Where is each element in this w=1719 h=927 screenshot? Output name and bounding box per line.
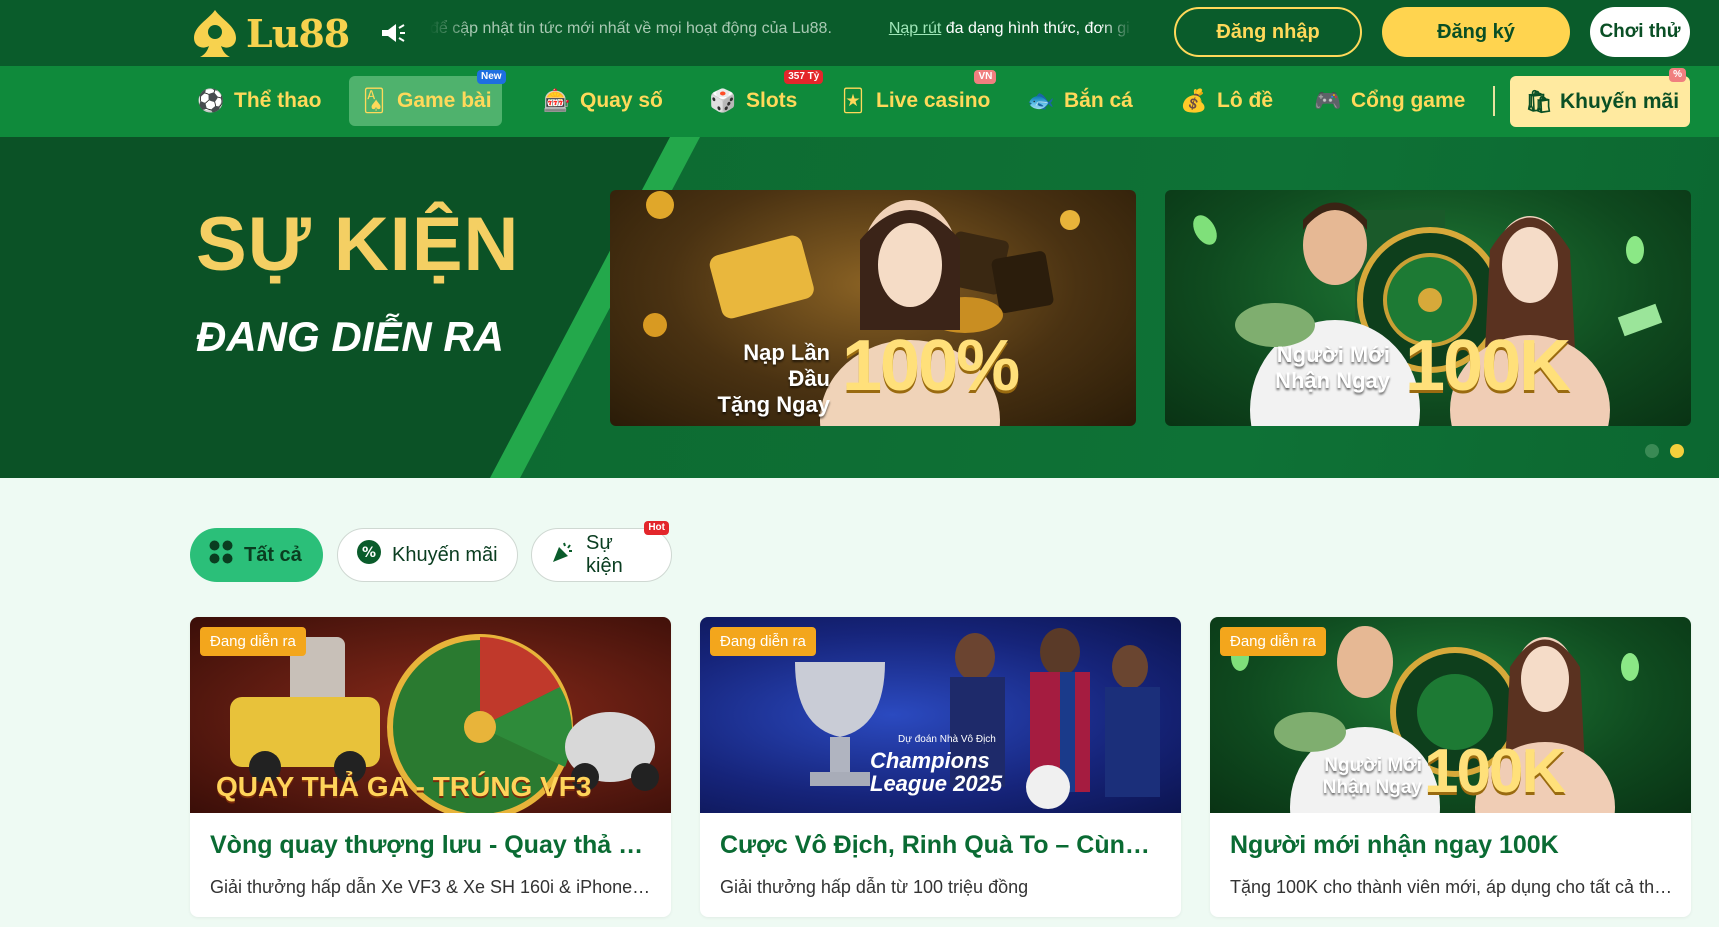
event-card[interactable]: QUAY THẢ GA - TRÚNG VF3 Đang diễn ra Vòn… bbox=[190, 617, 671, 917]
nav-item-label: Slots bbox=[746, 89, 798, 112]
filter-label: Tất cả bbox=[244, 543, 302, 566]
nav-item-slots[interactable]: 🎲 Slots 357 Tỷ bbox=[698, 70, 824, 126]
sports-icon: ⚽ bbox=[197, 88, 225, 113]
filter-promotions[interactable]: % Khuyến mãi bbox=[337, 528, 518, 582]
banner-small-text: Nạp Lần Đầu Tặng Ngay bbox=[717, 340, 830, 417]
slots-icon: 🎲 bbox=[709, 88, 737, 113]
status-badge: Đang diễn ra bbox=[200, 627, 306, 656]
percent-icon: % bbox=[356, 539, 382, 571]
card-desc: Giải thưởng hấp dẫn từ 100 triệu đồng bbox=[720, 877, 1029, 897]
logo-spade-icon bbox=[188, 6, 242, 60]
banner-small-text: Người Mới Nhận Ngay bbox=[1275, 342, 1390, 393]
lode-icon: 💰 bbox=[1180, 88, 1208, 113]
top-bar: Lu88 để cập nhật tin tức mới nhất về mọi… bbox=[0, 0, 1719, 66]
ticker-fade-right bbox=[1100, 18, 1132, 48]
card-image: Dự đoán Nhà Vô Địch Champions League 202… bbox=[700, 617, 1181, 813]
nav-item-label: Quay số bbox=[580, 89, 663, 112]
nav-item-lode[interactable]: 💰 Lô đề bbox=[1169, 76, 1283, 126]
ticker-link[interactable]: Nạp rút bbox=[889, 20, 941, 37]
logo[interactable]: Lu88 bbox=[188, 4, 350, 62]
status-badge: Đang diễn ra bbox=[710, 627, 816, 656]
nav-item-promotions[interactable]: 🛍 Khuyến mãi % bbox=[1510, 68, 1690, 127]
event-card[interactable]: Người Mới Nhận Ngay 100K Đang diễn ra Ng… bbox=[1210, 617, 1691, 917]
carousel-dot-2[interactable] bbox=[1670, 444, 1684, 458]
party-icon bbox=[550, 539, 576, 571]
card-image-caption: Champions League 2025 bbox=[870, 748, 1003, 797]
hero-subtitle: ĐANG DIỄN RA bbox=[196, 313, 505, 360]
filter-label: Khuyến mãi bbox=[392, 543, 498, 566]
status-badge: Đang diễn ra bbox=[1220, 627, 1326, 656]
nav-item-live-casino[interactable]: 🃏 Live casino VN bbox=[828, 70, 1000, 126]
banner-big-text: 100% bbox=[842, 326, 1020, 406]
nav-item-label: Bắn cá bbox=[1064, 89, 1133, 112]
main-nav: ⚽ Thể thao 🂡 Game bài New 🎰 Quay số 🎲 Sl… bbox=[0, 66, 1719, 137]
ticker-fade-left bbox=[430, 18, 470, 48]
megaphone-icon bbox=[380, 22, 406, 44]
nav-item-fishing[interactable]: 🐟 Bắn cá bbox=[1016, 76, 1143, 126]
banner-first-deposit[interactable]: Nạp Lần Đầu Tặng Ngay 100% bbox=[610, 190, 1136, 426]
lottery-icon: 🎰 bbox=[543, 88, 571, 113]
card-title: Vòng quay thượng lưu - Quay thả ga trúng… bbox=[210, 831, 655, 859]
nav-item-lottery[interactable]: 🎰 Quay số bbox=[532, 76, 673, 126]
card-image: QUAY THẢ GA - TRÚNG VF3 Đang diễn ra bbox=[190, 617, 671, 813]
fish-icon: 🐟 bbox=[1027, 88, 1055, 113]
vn-badge: VN bbox=[974, 70, 997, 84]
nav-item-label: Cổng game bbox=[1351, 89, 1466, 112]
nav-item-label: Lô đề bbox=[1217, 89, 1273, 112]
card-desc: Giải thưởng hấp dẫn Xe VF3 & Xe SH 160i … bbox=[210, 877, 655, 897]
filter-all[interactable]: Tất cả bbox=[190, 528, 323, 582]
login-button[interactable]: Đăng nhập bbox=[1174, 7, 1362, 57]
cards-icon: 🂡 bbox=[362, 88, 386, 113]
ticker-text-1: để cập nhật tin tức mới nhất về mọi hoạt… bbox=[430, 20, 832, 37]
nav-item-sports[interactable]: ⚽ Thể thao bbox=[186, 76, 332, 126]
banner-big-text: 100K bbox=[1405, 326, 1571, 406]
card-title: Cược Vô Địch, Rinh Quà To – Cùng Champio… bbox=[720, 831, 1165, 859]
nav-item-game-portal[interactable]: 🎮 Cổng game bbox=[1303, 76, 1475, 126]
nav-item-label: Thể thao bbox=[234, 89, 322, 112]
hot-badge: Hot bbox=[644, 521, 669, 535]
svg-text:%: % bbox=[362, 545, 376, 561]
nav-item-label: Live casino bbox=[876, 89, 991, 112]
new-badge: New bbox=[476, 70, 506, 84]
card-image-caption-small: Người Mới Nhận Ngay bbox=[1322, 755, 1422, 798]
try-play-button[interactable]: Chơi thử bbox=[1590, 7, 1690, 57]
nav-item-label: Game bài bbox=[397, 89, 492, 112]
gamepad-icon: 🎮 bbox=[1314, 88, 1342, 113]
gift-bag-icon: 🛍 bbox=[1525, 88, 1553, 114]
jackpot-badge: 357 Tỷ bbox=[784, 70, 824, 84]
card-image-caption: QUAY THẢ GA - TRÚNG VF3 bbox=[216, 771, 592, 802]
hero-title: SỰ KIỆN bbox=[196, 202, 520, 287]
banner-new-member[interactable]: Người Mới Nhận Ngay 100K bbox=[1165, 190, 1691, 426]
filter-label: Sự kiện bbox=[586, 532, 623, 577]
filter-events[interactable]: Sự kiện Hot bbox=[531, 521, 672, 582]
card-title: Người mới nhận ngay 100K bbox=[1230, 831, 1559, 859]
card-desc: Tặng 100K cho thành viên mới, áp dụng ch… bbox=[1230, 877, 1675, 897]
card-image-caption: 100K bbox=[1424, 737, 1566, 806]
percent-badge: % bbox=[1669, 68, 1686, 82]
grid-icon bbox=[208, 539, 234, 571]
carousel-dot-1[interactable] bbox=[1645, 444, 1659, 458]
card-image-caption-small: Dự đoán Nhà Vô Địch bbox=[898, 734, 996, 745]
event-card[interactable]: Dự đoán Nhà Vô Địch Champions League 202… bbox=[700, 617, 1181, 917]
nav-item-card-games[interactable]: 🂡 Game bài New bbox=[349, 70, 506, 126]
card-image: Người Mới Nhận Ngay 100K Đang diễn ra bbox=[1210, 617, 1691, 813]
live-casino-icon: 🃏 bbox=[841, 88, 865, 113]
news-ticker: để cập nhật tin tức mới nhất về mọi hoạt… bbox=[430, 20, 1130, 46]
register-button[interactable]: Đăng ký bbox=[1382, 7, 1570, 57]
logo-text: Lu88 bbox=[246, 10, 350, 56]
nav-divider bbox=[1493, 86, 1495, 116]
nav-item-label: Khuyến mãi bbox=[1560, 89, 1680, 113]
